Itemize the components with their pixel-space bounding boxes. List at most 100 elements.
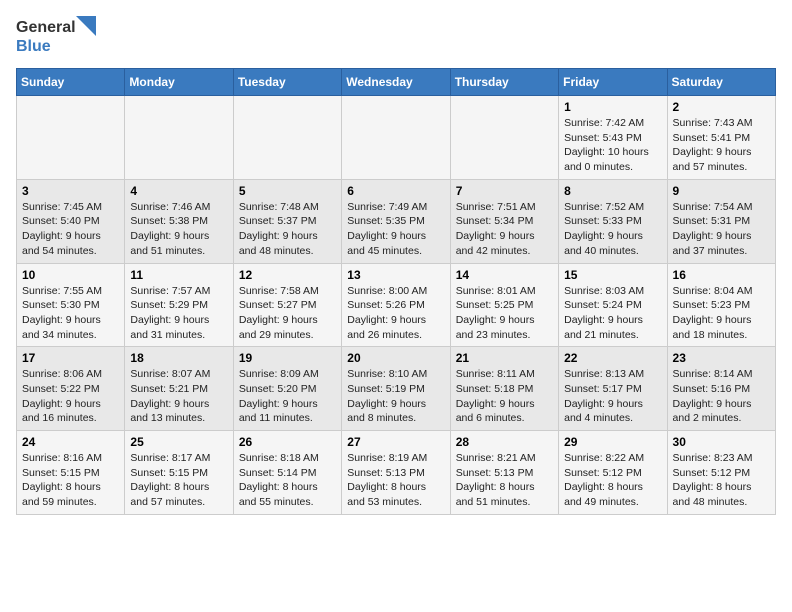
day-info: Sunrise: 7:46 AMSunset: 5:38 PMDaylight:…	[130, 201, 210, 257]
day-number: 15	[564, 268, 661, 282]
day-info: Sunrise: 7:43 AMSunset: 5:41 PMDaylight:…	[673, 117, 753, 173]
calendar-header-friday: Friday	[559, 69, 667, 96]
day-number: 12	[239, 268, 336, 282]
calendar-cell: 2 Sunrise: 7:43 AMSunset: 5:41 PMDaylight…	[667, 96, 775, 180]
day-number: 28	[456, 435, 553, 449]
calendar-cell: 11Sunrise: 7:57 AMSunset: 5:29 PMDayligh…	[125, 263, 233, 347]
day-info: Sunrise: 7:58 AMSunset: 5:27 PMDaylight:…	[239, 285, 319, 341]
calendar-table: SundayMondayTuesdayWednesdayThursdayFrid…	[16, 68, 776, 515]
calendar-week-row: 3 Sunrise: 7:45 AMSunset: 5:40 PMDaylight…	[17, 179, 776, 263]
day-number: 23	[673, 351, 770, 365]
logo-icon: GeneralBlue	[16, 16, 96, 56]
calendar-cell	[450, 96, 558, 180]
day-number: 10	[22, 268, 119, 282]
calendar-cell: 25 Sunrise: 8:17 AMSunset: 5:15 PMDayligh…	[125, 431, 233, 515]
day-info: Sunrise: 7:42 AMSunset: 5:43 PMDaylight:…	[564, 117, 649, 173]
day-info: Sunrise: 8:01 AMSunset: 5:25 PMDaylight:…	[456, 285, 536, 341]
day-number: 8	[564, 184, 661, 198]
day-number: 5	[239, 184, 336, 198]
day-info: Sunrise: 7:49 AMSunset: 5:35 PMDaylight:…	[347, 201, 427, 257]
day-number: 19	[239, 351, 336, 365]
day-info: Sunrise: 7:45 AMSunset: 5:40 PMDaylight:…	[22, 201, 102, 257]
day-number: 7	[456, 184, 553, 198]
calendar-week-row: 17 Sunrise: 8:06 AMSunset: 5:22 PMDayligh…	[17, 347, 776, 431]
day-number: 18	[130, 351, 227, 365]
calendar-cell: 28 Sunrise: 8:21 AMSunset: 5:13 PMDayligh…	[450, 431, 558, 515]
day-number: 20	[347, 351, 444, 365]
calendar-cell: 5 Sunrise: 7:48 AMSunset: 5:37 PMDaylight…	[233, 179, 341, 263]
day-info: Sunrise: 8:04 AMSunset: 5:23 PMDaylight:…	[673, 285, 753, 341]
day-info: Sunrise: 7:55 AMSunset: 5:30 PMDaylight:…	[22, 285, 102, 341]
calendar-cell: 8 Sunrise: 7:52 AMSunset: 5:33 PMDaylight…	[559, 179, 667, 263]
day-info: Sunrise: 8:18 AMSunset: 5:14 PMDaylight:…	[239, 452, 319, 508]
day-number: 29	[564, 435, 661, 449]
calendar-cell: 4 Sunrise: 7:46 AMSunset: 5:38 PMDaylight…	[125, 179, 233, 263]
day-number: 14	[456, 268, 553, 282]
calendar-week-row: 24 Sunrise: 8:16 AMSunset: 5:15 PMDayligh…	[17, 431, 776, 515]
calendar-header-thursday: Thursday	[450, 69, 558, 96]
header: GeneralBlue	[16, 16, 776, 56]
calendar-cell: 23 Sunrise: 8:14 AMSunset: 5:16 PMDayligh…	[667, 347, 775, 431]
calendar-cell: 15Sunrise: 8:03 AMSunset: 5:24 PMDayligh…	[559, 263, 667, 347]
day-info: Sunrise: 8:23 AMSunset: 5:12 PMDaylight:…	[673, 452, 753, 508]
calendar-cell: 18 Sunrise: 8:07 AMSunset: 5:21 PMDayligh…	[125, 347, 233, 431]
calendar-cell	[125, 96, 233, 180]
calendar-cell	[342, 96, 450, 180]
calendar-cell: 16 Sunrise: 8:04 AMSunset: 5:23 PMDayligh…	[667, 263, 775, 347]
day-info: Sunrise: 8:21 AMSunset: 5:13 PMDaylight:…	[456, 452, 536, 508]
day-info: Sunrise: 8:06 AMSunset: 5:22 PMDaylight:…	[22, 368, 102, 424]
calendar-cell: 19 Sunrise: 8:09 AMSunset: 5:20 PMDayligh…	[233, 347, 341, 431]
day-number: 17	[22, 351, 119, 365]
calendar-week-row: 10 Sunrise: 7:55 AMSunset: 5:30 PMDayligh…	[17, 263, 776, 347]
day-info: Sunrise: 7:54 AMSunset: 5:31 PMDaylight:…	[673, 201, 753, 257]
day-info: Sunrise: 8:16 AMSunset: 5:15 PMDaylight:…	[22, 452, 102, 508]
day-number: 27	[347, 435, 444, 449]
calendar-cell: 9 Sunrise: 7:54 AMSunset: 5:31 PMDaylight…	[667, 179, 775, 263]
calendar-cell: 14 Sunrise: 8:01 AMSunset: 5:25 PMDayligh…	[450, 263, 558, 347]
day-number: 16	[673, 268, 770, 282]
day-number: 13	[347, 268, 444, 282]
day-info: Sunrise: 8:07 AMSunset: 5:21 PMDaylight:…	[130, 368, 210, 424]
day-info: Sunrise: 8:14 AMSunset: 5:16 PMDaylight:…	[673, 368, 753, 424]
calendar-cell: 1 Sunrise: 7:42 AMSunset: 5:43 PMDaylight…	[559, 96, 667, 180]
calendar-header-tuesday: Tuesday	[233, 69, 341, 96]
calendar-cell: 26 Sunrise: 8:18 AMSunset: 5:14 PMDayligh…	[233, 431, 341, 515]
day-number: 24	[22, 435, 119, 449]
day-number: 2	[673, 100, 770, 114]
day-info: Sunrise: 8:22 AMSunset: 5:12 PMDaylight:…	[564, 452, 644, 508]
logo: GeneralBlue	[16, 16, 96, 56]
day-number: 11	[130, 268, 227, 282]
day-info: Sunrise: 8:19 AMSunset: 5:13 PMDaylight:…	[347, 452, 427, 508]
day-number: 4	[130, 184, 227, 198]
day-number: 9	[673, 184, 770, 198]
day-number: 6	[347, 184, 444, 198]
calendar-cell: 12 Sunrise: 7:58 AMSunset: 5:27 PMDayligh…	[233, 263, 341, 347]
day-info: Sunrise: 7:51 AMSunset: 5:34 PMDaylight:…	[456, 201, 536, 257]
day-info: Sunrise: 8:13 AMSunset: 5:17 PMDaylight:…	[564, 368, 644, 424]
day-number: 25	[130, 435, 227, 449]
calendar-cell: 22 Sunrise: 8:13 AMSunset: 5:17 PMDayligh…	[559, 347, 667, 431]
day-info: Sunrise: 8:17 AMSunset: 5:15 PMDaylight:…	[130, 452, 210, 508]
calendar-cell: 21 Sunrise: 8:11 AMSunset: 5:18 PMDayligh…	[450, 347, 558, 431]
day-info: Sunrise: 7:52 AMSunset: 5:33 PMDaylight:…	[564, 201, 644, 257]
calendar-cell	[233, 96, 341, 180]
day-info: Sunrise: 8:10 AMSunset: 5:19 PMDaylight:…	[347, 368, 427, 424]
calendar-cell: 6 Sunrise: 7:49 AMSunset: 5:35 PMDaylight…	[342, 179, 450, 263]
calendar-cell: 3 Sunrise: 7:45 AMSunset: 5:40 PMDaylight…	[17, 179, 125, 263]
day-info: Sunrise: 8:11 AMSunset: 5:18 PMDaylight:…	[456, 368, 535, 424]
day-number: 22	[564, 351, 661, 365]
day-number: 3	[22, 184, 119, 198]
calendar-header-wednesday: Wednesday	[342, 69, 450, 96]
calendar-header-row: SundayMondayTuesdayWednesdayThursdayFrid…	[17, 69, 776, 96]
calendar-header-monday: Monday	[125, 69, 233, 96]
calendar-cell: 20 Sunrise: 8:10 AMSunset: 5:19 PMDayligh…	[342, 347, 450, 431]
day-info: Sunrise: 8:09 AMSunset: 5:20 PMDaylight:…	[239, 368, 319, 424]
day-number: 1	[564, 100, 661, 114]
calendar-header-saturday: Saturday	[667, 69, 775, 96]
day-number: 21	[456, 351, 553, 365]
day-info: Sunrise: 7:48 AMSunset: 5:37 PMDaylight:…	[239, 201, 319, 257]
calendar-cell: 17 Sunrise: 8:06 AMSunset: 5:22 PMDayligh…	[17, 347, 125, 431]
calendar-cell	[17, 96, 125, 180]
calendar-cell: 13Sunrise: 8:00 AMSunset: 5:26 PMDayligh…	[342, 263, 450, 347]
day-number: 26	[239, 435, 336, 449]
